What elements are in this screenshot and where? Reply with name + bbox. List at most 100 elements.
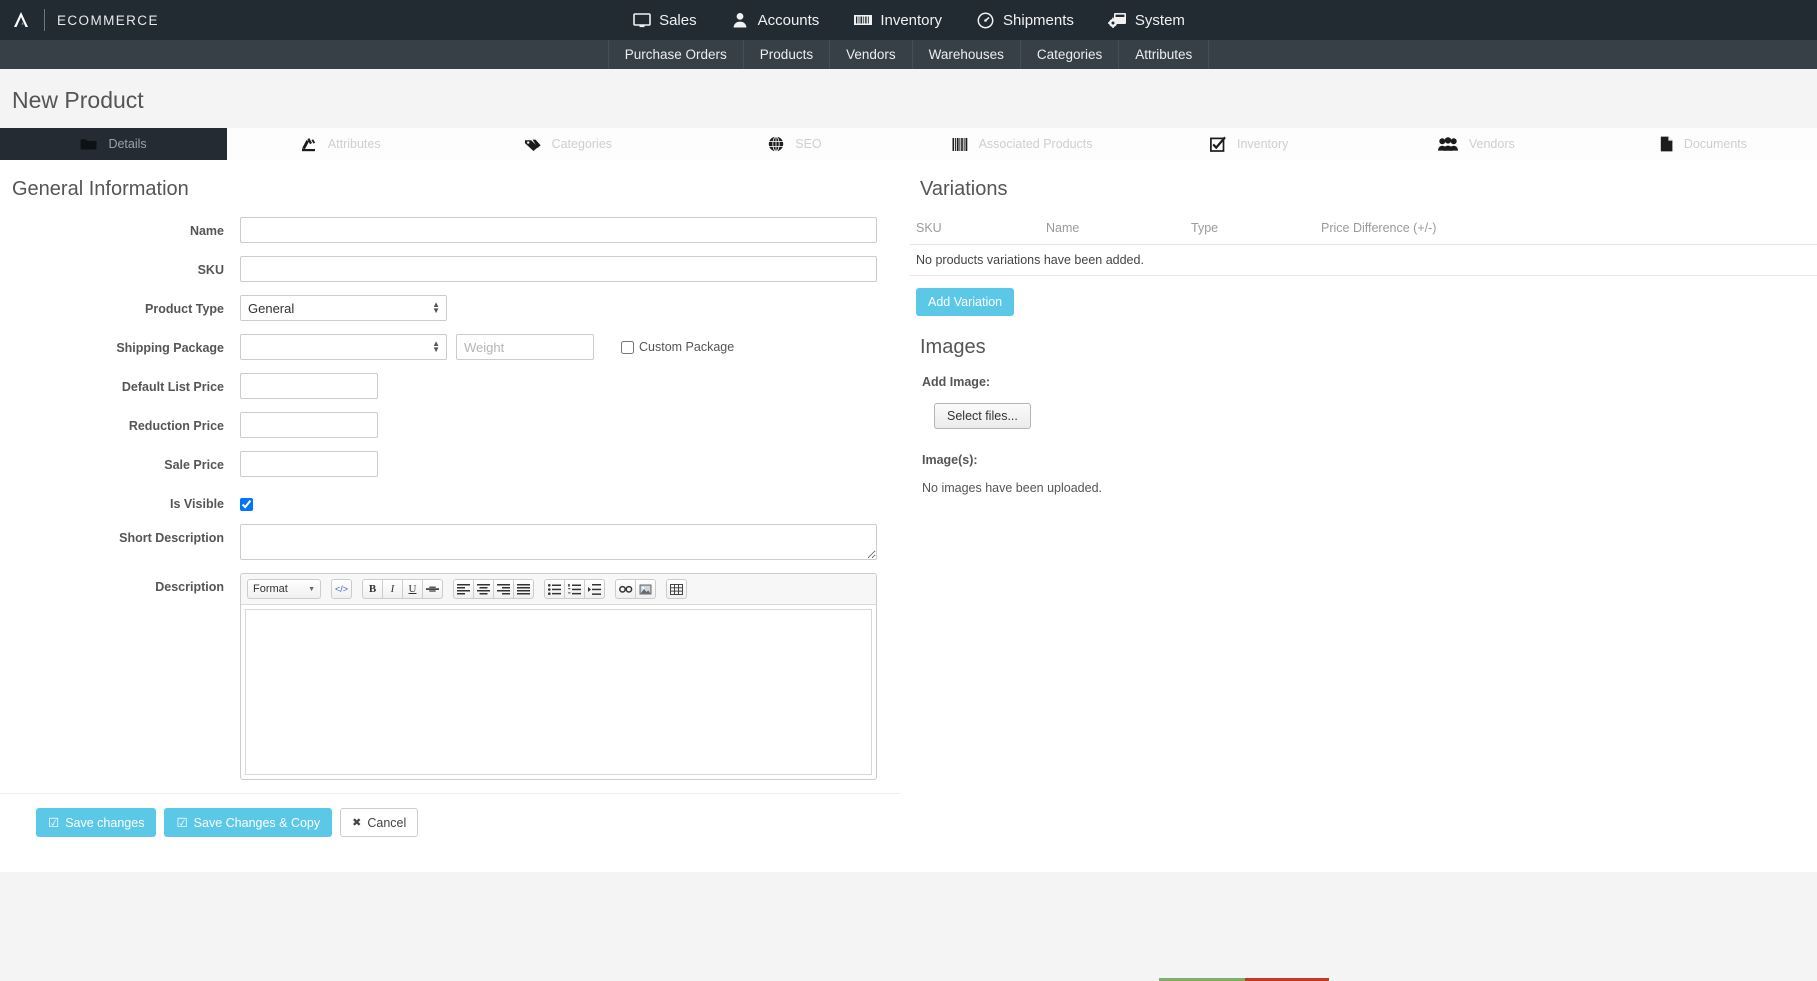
close-icon: ✖ [352,817,362,829]
text-style-group: B I U [362,579,443,599]
save-changes-copy-label: Save Changes & Copy [193,815,321,830]
tab-attributes[interactable]: Attributes [227,128,455,160]
footer-actions: ☑ Save changes ☑ Save Changes & Copy ✖ C… [0,793,900,837]
tags-icon [524,137,541,152]
image-button[interactable] [635,579,656,599]
custom-package-checkbox[interactable] [621,340,634,354]
main-nav-item-accounts[interactable]: Accounts [714,0,837,40]
top-bar: ECOMMERCE Sales Accounts Inventory Shipm… [0,0,1817,40]
brand-name: ECOMMERCE [57,12,159,28]
sub-nav-item-purchase-orders[interactable]: Purchase Orders [607,40,743,69]
tab-vendors[interactable]: Vendors [1362,128,1590,160]
format-dropdown-label: Format [253,583,288,595]
product-type-label: Product Type [145,302,224,316]
select-files-row: Select files... [922,389,1817,429]
product-type-select[interactable]: General [240,295,447,321]
align-left-button[interactable] [453,579,474,599]
table-group [666,579,687,599]
is-visible-checkbox[interactable] [240,498,253,511]
italic-button[interactable]: I [382,579,403,599]
triangle-logo-icon [10,9,32,31]
underline-button[interactable]: U [402,579,423,599]
align-center-button[interactable] [473,579,494,599]
form-row-reduction-price: Reduction Price [0,412,900,438]
images-list-label: Image(s): [922,453,978,467]
sale-price-input[interactable] [240,451,378,477]
reduction-price-input[interactable] [240,412,378,438]
file-icon [1660,136,1673,152]
source-code-button[interactable]: </> [331,579,352,599]
add-variation-button[interactable]: Add Variation [916,288,1015,316]
tab-categories[interactable]: Categories [454,128,682,160]
form-row-default-list-price: Default List Price [0,373,900,399]
main-nav-item-sales[interactable]: Sales [615,0,714,40]
variations-table-head: SKU Name Type Price Difference (+/-) [910,217,1817,245]
sub-nav-item-categories[interactable]: Categories [1019,40,1118,69]
sub-nav-item-attributes[interactable]: Attributes [1118,40,1210,69]
save-changes-button[interactable]: ☑ Save changes [36,808,157,837]
main-nav-item-inventory[interactable]: Inventory [836,0,959,40]
variations-header-row: SKU Name Type Price Difference (+/-) [910,217,1817,245]
insert-group [615,579,656,599]
short-description-textarea[interactable] [240,524,877,560]
shipping-package-select[interactable] [240,334,447,360]
custom-package-checkbox-label[interactable]: Custom Package [621,340,734,354]
users-icon [1437,137,1458,151]
select-files-button[interactable]: Select files... [934,403,1031,429]
tab-label: SEO [795,137,822,151]
form-row-shipping-package: Shipping Package ▲▼ Custom Package [0,334,900,360]
link-button[interactable] [615,579,636,599]
name-input[interactable] [240,217,877,243]
tab-label: Vendors [1468,137,1515,151]
product-type-select-wrap: General ▲ ▼ [240,295,447,321]
barcode-icon [853,12,872,28]
tab-seo[interactable]: SEO [681,128,909,160]
description-editor-body[interactable] [245,609,872,775]
save-changes-and-copy-button[interactable]: ☑ Save Changes & Copy [164,808,333,837]
bold-button[interactable]: B [362,579,383,599]
sub-nav-item-warehouses[interactable]: Warehouses [911,40,1020,69]
sku-label: SKU [197,263,224,277]
brand[interactable]: ECOMMERCE [0,0,159,40]
main-nav-label: System [1134,11,1185,29]
reduction-price-label: Reduction Price [128,419,224,433]
format-dropdown[interactable]: Format ▼ [247,579,321,599]
form-row-short-description: Short Description [0,524,900,560]
table-button[interactable] [666,579,687,599]
tab-documents[interactable]: Documents [1589,128,1817,160]
weight-input[interactable] [456,334,594,360]
strikethrough-button[interactable] [422,579,443,599]
list-group [544,579,605,599]
main-nav-label: Accounts [757,11,820,29]
variations-empty-message: No products variations have been added. [910,244,1817,276]
column-header-name: Name [1040,217,1185,245]
tab-associated-products[interactable]: Associated Products [908,128,1136,160]
images-empty-message: No images have been uploaded. [922,481,1102,495]
align-justify-button[interactable] [513,579,534,599]
sku-input[interactable] [240,256,877,282]
form-row-name: Name [0,217,900,243]
sub-nav-item-vendors[interactable]: Vendors [829,40,912,69]
check-square-icon [1210,136,1226,152]
align-right-button[interactable] [493,579,514,599]
column-header-type: Type [1185,217,1315,245]
tab-inventory[interactable]: Inventory [1135,128,1363,160]
indent-button[interactable] [584,579,605,599]
tab-label: Attributes [327,137,381,151]
alignment-group [453,579,534,599]
main-nav-item-shipments[interactable]: Shipments [959,0,1091,40]
sub-nav-item-products[interactable]: Products [742,40,829,69]
form-row-description: Description Format ▼ </> B I U [0,573,900,780]
numbered-list-button[interactable] [564,579,585,599]
name-label: Name [189,224,224,238]
default-list-price-input[interactable] [240,373,378,399]
bullet-list-button[interactable] [544,579,565,599]
cancel-button[interactable]: ✖ Cancel [340,808,419,837]
main-nav-item-system[interactable]: System [1091,0,1202,40]
images-heading: Images [920,336,986,358]
shipping-package-label: Shipping Package [116,341,224,355]
folder-icon [80,137,98,151]
tab-details[interactable]: Details [0,128,228,160]
editor-toolbar: Format ▼ </> B I U [241,574,876,605]
chevron-down-icon: ▼ [308,585,315,593]
